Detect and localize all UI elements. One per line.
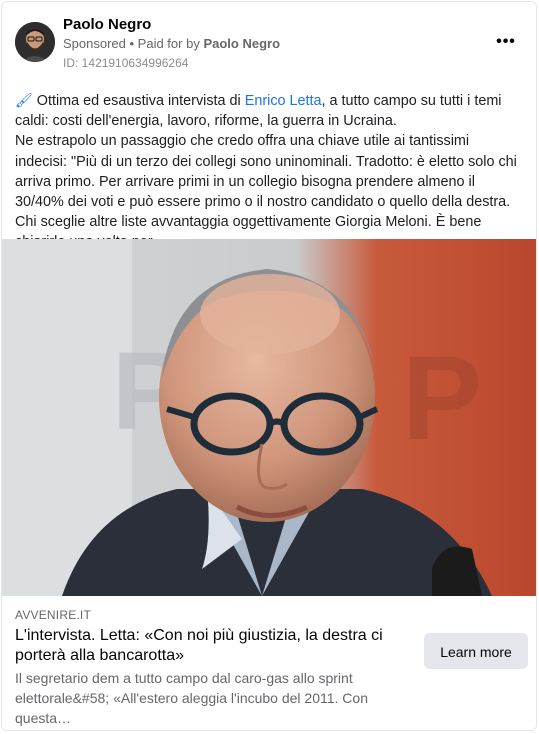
post-text-intro: Ottima ed esaustiva intervista di — [36, 93, 241, 109]
post-header: Paolo Negro Sponsored • Paid for by Paol… — [2, 2, 536, 82]
more-options-icon[interactable]: ••• — [494, 32, 518, 52]
page-name[interactable]: Paolo Negro — [63, 16, 151, 33]
post-paragraph-2: Ne estrapolo un passaggio che credo offr… — [15, 133, 517, 250]
link-domain: AVVENIRE.IT — [15, 608, 91, 622]
link-headline[interactable]: L'intervista. Letta: «Con noi più giusti… — [15, 626, 410, 666]
svg-text:P: P — [402, 331, 482, 465]
sponsored-label[interactable]: Sponsored — [63, 36, 126, 51]
ad-id: ID: 1421910634996264 — [63, 56, 189, 70]
sponsored-line: Sponsored • Paid for by Paolo Negro — [63, 36, 280, 51]
avatar-image — [15, 22, 55, 62]
link-preview[interactable]: AVVENIRE.IT L'intervista. Letta: «Con no… — [2, 596, 536, 730]
paid-for-by-name: Paolo Negro — [203, 36, 281, 51]
mention-link[interactable]: Enrico Letta — [245, 93, 322, 109]
link-description: Il segretario dem a tutto campo dal caro… — [15, 670, 368, 726]
post-image[interactable]: P P — [2, 239, 536, 596]
post-text: 🖌 Ottima ed esaustiva intervista di Enric… — [15, 90, 520, 253]
portrait-photo: P P — [2, 239, 536, 596]
post-paragraph-1: 🖌 Ottima ed esaustiva intervista di Enric… — [15, 90, 520, 131]
paid-for-prefix: • Paid for by — [129, 36, 200, 51]
paintbrush-icon: 🖌 — [15, 92, 33, 108]
sponsored-post-card: Paolo Negro Sponsored • Paid for by Paol… — [1, 1, 537, 731]
learn-more-button[interactable]: Learn more — [424, 633, 528, 669]
page-avatar[interactable] — [15, 22, 55, 62]
